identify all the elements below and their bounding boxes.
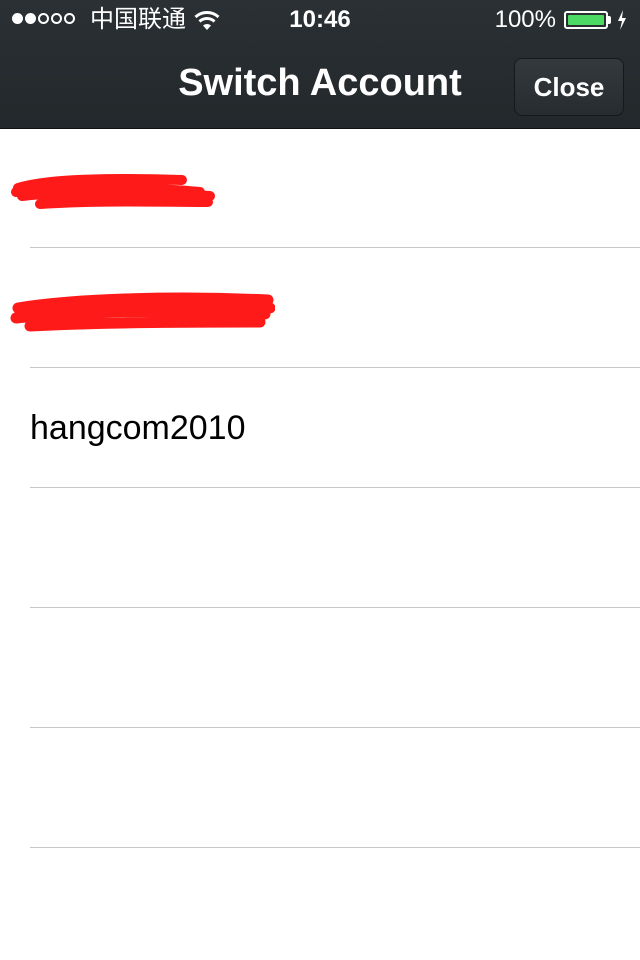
empty-row — [0, 728, 640, 848]
account-row[interactable] — [0, 248, 640, 368]
account-list: hangcom2010 — [0, 128, 640, 848]
redaction-scribble — [11, 173, 215, 209]
account-name: hangcom2010 — [30, 409, 246, 447]
battery-icon — [564, 11, 608, 29]
battery-level-fill — [568, 15, 604, 25]
redaction-scribble — [10, 292, 275, 332]
empty-row — [0, 608, 640, 728]
account-row[interactable] — [0, 128, 640, 248]
navigation-header: 中国联通 10:46 100% Switch Account Close — [0, 0, 640, 129]
battery-terminal — [608, 16, 611, 24]
close-button[interactable]: Close — [514, 58, 624, 116]
status-bar: 中国联通 10:46 100% — [0, 0, 640, 40]
battery-percentage: 100% — [494, 6, 556, 33]
empty-row — [0, 488, 640, 608]
charging-bolt-icon — [618, 10, 626, 30]
account-row[interactable]: hangcom2010 — [0, 368, 640, 488]
